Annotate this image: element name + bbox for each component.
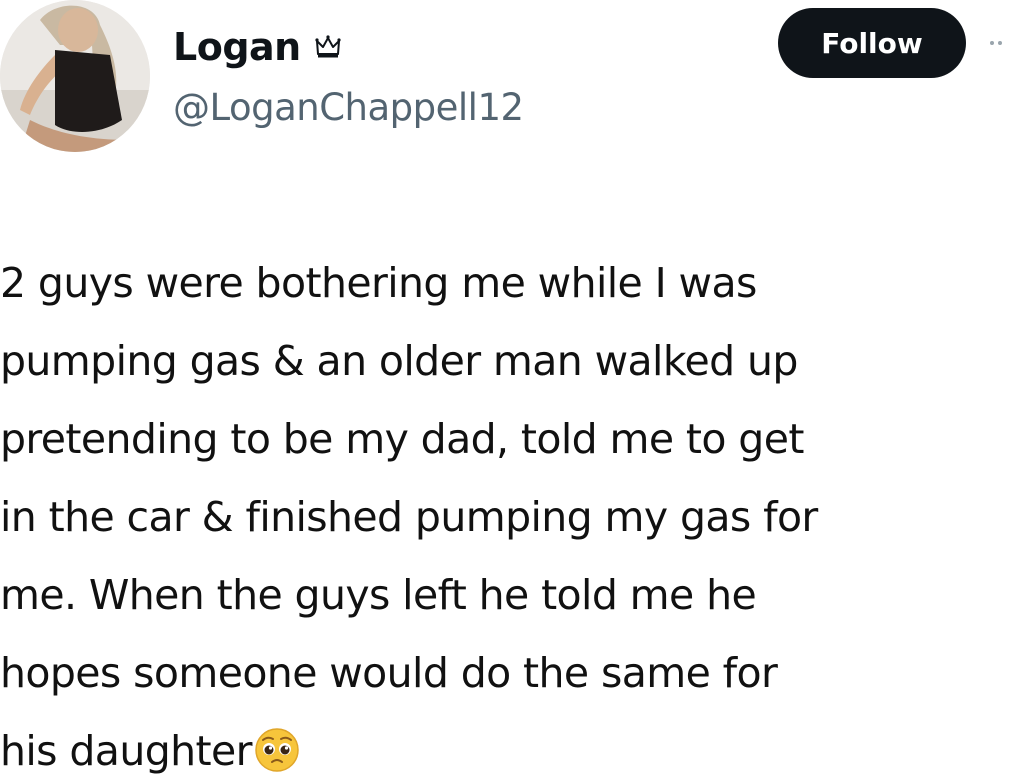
tweet-text-last-line: his daughter bbox=[0, 712, 1010, 774]
crown-icon bbox=[315, 35, 341, 59]
tweet-text-line: pretending to be my dad, told me to get bbox=[0, 415, 804, 463]
follow-button[interactable]: Follow bbox=[778, 8, 966, 78]
tweet-text: 2 guys were bothering me while I was pum… bbox=[0, 244, 1010, 774]
tweet-text-line: pumping gas & an older man walked up bbox=[0, 337, 798, 385]
profile-photo-icon bbox=[0, 0, 150, 152]
avatar[interactable] bbox=[0, 0, 150, 152]
tweet-text-line: in the car & finished pumping my gas for bbox=[0, 493, 818, 541]
tweet-text-line: hopes someone would do the same for bbox=[0, 649, 778, 697]
author-name-row: Logan bbox=[173, 22, 341, 72]
tweet-text-line: his daughter bbox=[0, 727, 252, 774]
pleading-face-emoji-icon bbox=[254, 720, 300, 772]
tweet-text-line: me. When the guys left he told me he bbox=[0, 571, 757, 619]
display-name[interactable]: Logan bbox=[173, 25, 301, 69]
user-handle[interactable]: @LoganChappell12 bbox=[173, 86, 524, 129]
tweet-text-line: 2 guys were bothering me while I was bbox=[0, 259, 757, 307]
more-options-icon[interactable] bbox=[990, 38, 1010, 48]
